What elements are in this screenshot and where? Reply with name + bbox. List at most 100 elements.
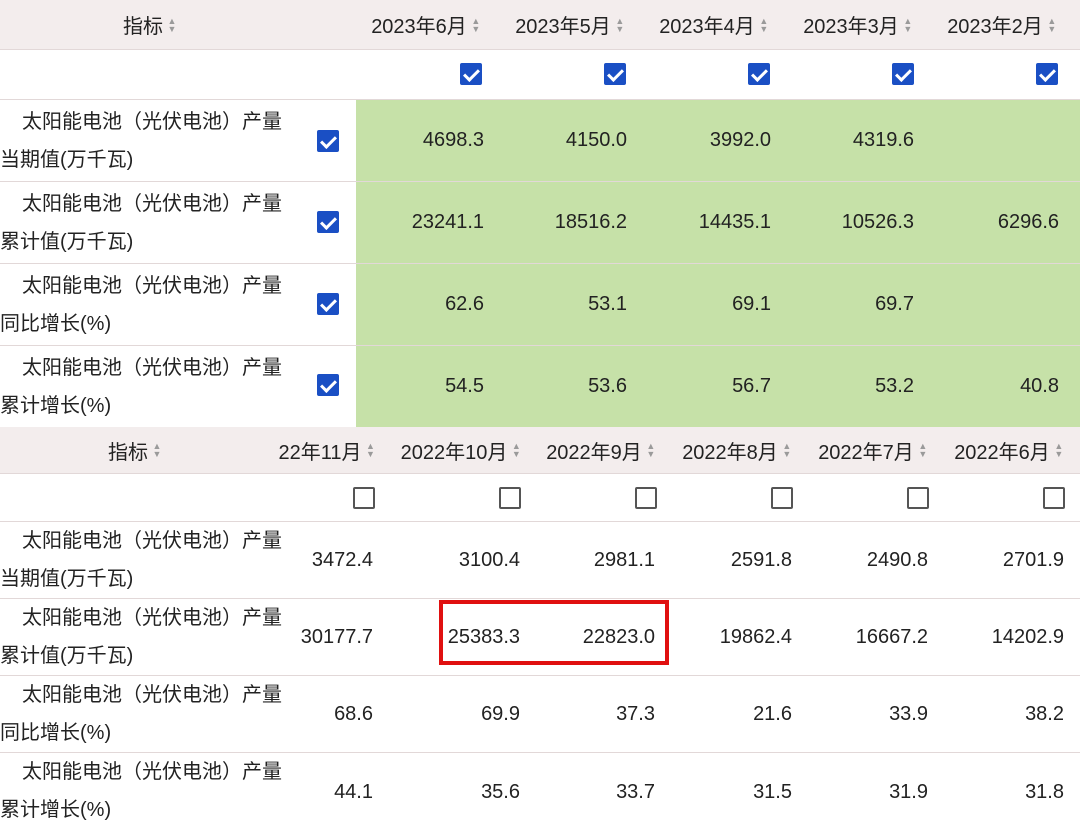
- table-cell: 3992.0: [709, 129, 771, 151]
- column-header-month[interactable]: 2023年6月 ▲ ▼: [362, 0, 490, 49]
- row-label: 太阳能电池（光伏电池）产量 累计增长(%): [0, 761, 282, 821]
- table-cell: 69.7: [875, 293, 914, 315]
- sort-icon[interactable]: ▲ ▼: [646, 442, 656, 459]
- table-cell: 4319.6: [852, 129, 914, 151]
- table-cell: 53.2: [875, 375, 914, 397]
- column-checkbox[interactable]: [748, 63, 770, 85]
- table-cell: 14202.9: [991, 625, 1064, 648]
- table-cell: 31.9: [889, 781, 928, 803]
- column-header-month[interactable]: 2023年3月 ▲ ▼: [794, 0, 922, 49]
- column-header-month[interactable]: 2023年4月 ▲ ▼: [650, 0, 778, 49]
- row-label: 太阳能电池（光伏电池）产量 同比增长(%): [0, 274, 282, 335]
- column-header-month[interactable]: 2023年2月 ▲ ▼: [938, 0, 1066, 49]
- table-row: 太阳能电池（光伏电池）产量 同比增长(%) 62.6 53.1 69.1 69.…: [0, 264, 1080, 346]
- table-cell: 44.1: [334, 781, 373, 803]
- sort-icon[interactable]: ▲ ▼: [152, 442, 162, 459]
- sort-icon[interactable]: ▲ ▼: [759, 16, 769, 33]
- table-cell: [914, 100, 1059, 181]
- table-cell: 10526.3: [841, 211, 914, 233]
- table-cell: 21.6: [753, 702, 792, 725]
- table-cell: 31.5: [753, 781, 792, 803]
- row-label: 太阳能电池（光伏电池）产量 累计值(万千瓦): [0, 607, 282, 667]
- column-header-month[interactable]: 2023年5月 ▲ ▼: [506, 0, 634, 49]
- row-label: 太阳能电池（光伏电池）产量 累计值(万千瓦): [0, 192, 282, 253]
- column-header-month[interactable]: 2022年6月 ▲ ▼: [950, 427, 1068, 473]
- column-checkbox[interactable]: [353, 487, 375, 509]
- sort-icon[interactable]: ▲ ▼: [918, 442, 928, 459]
- table-cell: 14435.1: [698, 211, 771, 233]
- table-cell: 54.5: [445, 375, 484, 397]
- table-cell: 18516.2: [554, 211, 627, 233]
- table-cell: 40.8: [1020, 375, 1059, 397]
- table-cell: 38.2: [1025, 702, 1064, 725]
- table-cell: 69.1: [732, 293, 771, 315]
- row-checkbox[interactable]: [317, 293, 339, 315]
- column-select-row: [0, 50, 1080, 100]
- table-cell: 30177.7: [300, 625, 373, 648]
- column-header-month[interactable]: 2022年10月 ▲ ▼: [396, 427, 526, 473]
- table-cell: 2490.8: [866, 548, 928, 571]
- row-label: 太阳能电池（光伏电池）产量 当期值(万千瓦): [0, 110, 282, 171]
- column-header-month[interactable]: 2022年7月 ▲ ▼: [814, 427, 932, 473]
- annotation-highlight-box: [439, 600, 669, 665]
- table-cell: 3100.4: [458, 548, 520, 571]
- table-row: 太阳能电池（光伏电池）产量 当期值(万千瓦) 3472.4 3100.4 298…: [0, 522, 1080, 599]
- table-cell: 4150.0: [565, 129, 627, 151]
- row-label: 太阳能电池（光伏电池）产量 当期值(万千瓦): [0, 530, 282, 590]
- table-cell: 53.1: [588, 293, 627, 315]
- table-row: 太阳能电池（光伏电池）产量 累计值(万千瓦) 23241.1 18516.2 1…: [0, 182, 1080, 264]
- table-cell: 56.7: [732, 375, 771, 397]
- column-select-row: [0, 474, 1080, 522]
- sort-icon[interactable]: ▲ ▼: [615, 16, 625, 33]
- table-cell: 37.3: [616, 702, 655, 725]
- column-header-indicator[interactable]: 指标 ▲ ▼: [0, 427, 270, 473]
- table-row: 太阳能电池（光伏电池）产量 累计增长(%) 54.5 53.6 56.7 53.…: [0, 346, 1080, 427]
- table-cell: 2591.8: [730, 548, 792, 571]
- column-checkbox[interactable]: [771, 487, 793, 509]
- table-cell: 33.9: [889, 702, 928, 725]
- column-header-indicator[interactable]: 指标 ▲ ▼: [0, 0, 300, 49]
- sort-icon[interactable]: ▲ ▼: [1054, 442, 1064, 459]
- sort-icon[interactable]: ▲ ▼: [782, 442, 792, 459]
- column-checkbox[interactable]: [907, 487, 929, 509]
- table-cell: 31.8: [1025, 781, 1064, 803]
- table-cell: 6296.6: [997, 211, 1059, 233]
- table-header-row: 指标 ▲ ▼ 2023年6月 ▲ ▼ 2023年5月 ▲ ▼ 2023年4月 ▲ ▼ 2…: [0, 0, 1080, 50]
- column-header-month[interactable]: 2022年8月 ▲ ▼: [678, 427, 796, 473]
- row-checkbox[interactable]: [317, 374, 339, 396]
- table-cell: 69.9: [481, 702, 520, 725]
- sort-icon[interactable]: ▲ ▼: [903, 16, 913, 33]
- table-cell: [914, 264, 1059, 345]
- table-row: 太阳能电池（光伏电池）产量 当期值(万千瓦) 4698.3 4150.0 399…: [0, 100, 1080, 182]
- sort-icon[interactable]: ▲ ▼: [471, 16, 481, 33]
- table-cell: 3472.4: [311, 548, 373, 571]
- table-header-row: 指标 ▲ ▼ 22年11月 ▲ ▼ 2022年10月 ▲ ▼ 2022年9月 ▲ ▼ 2…: [0, 427, 1080, 474]
- table-row: 太阳能电池（光伏电池）产量 同比增长(%) 68.6 69.9 37.3 21.…: [0, 676, 1080, 753]
- table-cell: 23241.1: [411, 211, 484, 233]
- column-checkbox[interactable]: [1036, 63, 1058, 85]
- sort-icon[interactable]: ▲ ▼: [366, 442, 376, 459]
- row-label: 太阳能电池（光伏电池）产量 同比增长(%): [0, 684, 282, 744]
- row-checkbox[interactable]: [317, 211, 339, 233]
- sort-icon[interactable]: ▲ ▼: [511, 442, 521, 459]
- data-table-2023: 指标 ▲ ▼ 2023年6月 ▲ ▼ 2023年5月 ▲ ▼ 2023年4月 ▲ ▼ 2…: [0, 0, 1080, 427]
- table-cell: 4698.3: [422, 129, 484, 151]
- column-checkbox[interactable]: [460, 63, 482, 85]
- column-checkbox[interactable]: [1043, 487, 1065, 509]
- column-checkbox[interactable]: [635, 487, 657, 509]
- column-header-month[interactable]: 22年11月 ▲ ▼: [272, 427, 382, 473]
- column-checkbox[interactable]: [499, 487, 521, 509]
- sort-icon[interactable]: ▲ ▼: [1047, 16, 1057, 33]
- table-cell: 16667.2: [855, 625, 928, 648]
- column-header-month[interactable]: 2022年9月 ▲ ▼: [542, 427, 660, 473]
- column-checkbox[interactable]: [892, 63, 914, 85]
- table-cell: 62.6: [445, 293, 484, 315]
- row-label: 太阳能电池（光伏电池）产量 累计增长(%): [0, 356, 282, 417]
- table-cell: 53.6: [588, 375, 627, 397]
- column-checkbox[interactable]: [604, 63, 626, 85]
- row-checkbox[interactable]: [317, 130, 339, 152]
- table-cell: 2981.1: [593, 548, 655, 571]
- table-cell: 35.6: [481, 781, 520, 803]
- sort-icon[interactable]: ▲ ▼: [167, 16, 177, 33]
- table-row: 太阳能电池（光伏电池）产量 累计增长(%) 44.1 35.6 33.7 31.…: [0, 753, 1080, 821]
